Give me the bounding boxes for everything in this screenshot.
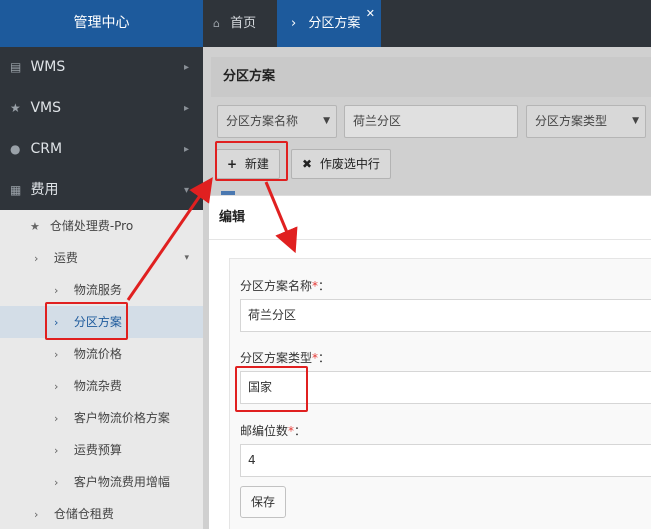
arrow-sidebar-to-new: [126, 177, 213, 301]
arrow-new-to-dialog: [264, 181, 298, 254]
annotation-arrows: [126, 177, 298, 301]
